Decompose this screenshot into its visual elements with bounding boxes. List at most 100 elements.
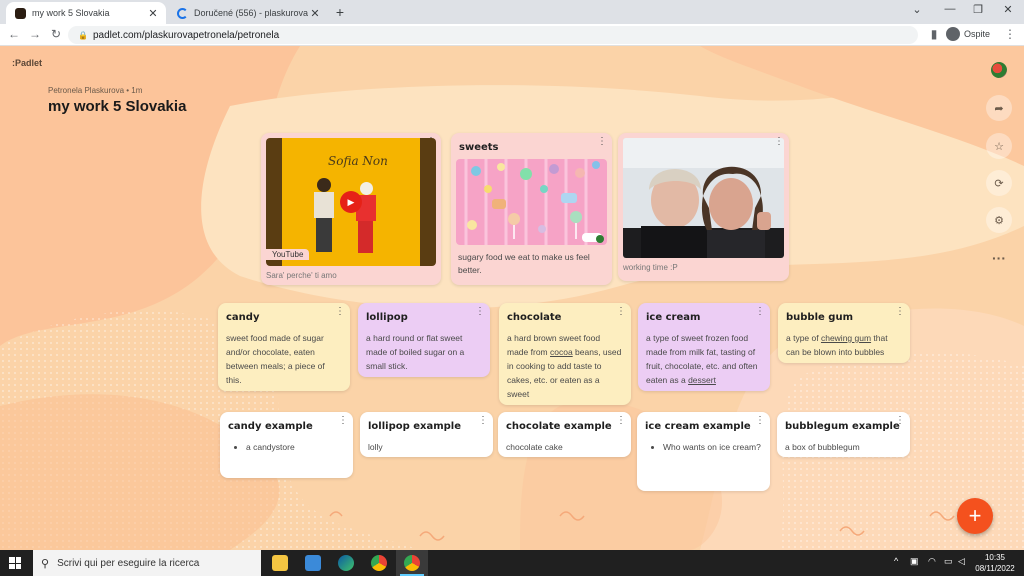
tray-overflow-icon[interactable]: ^ — [894, 556, 898, 566]
padlet-board: :Padlet Petronela Plaskurova • 1m my wor… — [0, 46, 1024, 550]
lock-icon: 🔒 — [78, 30, 88, 40]
url-text: padlet.com/plaskurovapetronela/petronela — [92, 29, 280, 41]
play-icon[interactable]: ▶ — [340, 191, 362, 213]
side-panel-icon[interactable]: ▮ — [926, 27, 942, 41]
post-ice-cream-example[interactable]: ⋮ ice cream example Who wants on ice cre… — [637, 412, 770, 491]
dessert-link[interactable]: dessert — [688, 375, 716, 385]
edge-icon[interactable] — [338, 555, 354, 571]
post-chocolate-example[interactable]: ⋮ chocolate example chocolate cake — [498, 412, 631, 457]
windows-start-icon[interactable] — [9, 557, 21, 569]
close-tab-icon[interactable]: ✕ — [146, 7, 160, 20]
post-menu-icon[interactable]: ⋮ — [774, 137, 784, 147]
tab-title: Doručené (556) - plaskurova.pet… — [194, 8, 308, 18]
post-title: candy — [226, 312, 260, 323]
loading-icon — [177, 7, 188, 19]
post-menu-icon[interactable]: ⋮ — [616, 307, 626, 317]
network-icon[interactable]: ◠ — [928, 556, 936, 567]
post-sweets[interactable]: ⋮ sweets sugary food we eat to make us f… — [451, 133, 612, 285]
browser-tab-mail[interactable]: Doručené (556) - plaskurova.pet… ✕ — [168, 2, 328, 24]
url-field[interactable]: 🔒 padlet.com/plaskurovapetronela/petrone… — [68, 26, 918, 44]
body-text: a type of — [786, 333, 821, 343]
user-avatar[interactable] — [991, 62, 1007, 78]
person-legs — [358, 221, 373, 253]
add-post-button[interactable]: + — [957, 498, 993, 534]
star-icon[interactable]: ☆ — [986, 133, 1012, 159]
reload-icon[interactable]: ↻ — [48, 27, 64, 41]
post-bubblegum-example[interactable]: ⋮ bubblegum example a box of bubblegum — [777, 412, 910, 457]
post-menu-icon[interactable]: ⋮ — [616, 416, 626, 426]
post-menu-icon[interactable]: ⋮ — [755, 307, 765, 317]
volume-icon[interactable]: ◁ — [958, 556, 965, 567]
taskbar-clock[interactable]: 10:35 08/11/2022 — [970, 552, 1020, 574]
post-title: chocolate example — [506, 421, 612, 432]
post-bubble-gum[interactable]: ⋮ bubble gum a type of chewing gum that … — [778, 303, 910, 363]
post-title: bubble gum — [786, 312, 853, 323]
post-menu-icon[interactable]: ⋮ — [335, 307, 345, 317]
minimize-icon[interactable]: — — [940, 3, 960, 15]
guest-avatar-icon — [946, 27, 960, 41]
post-menu-icon[interactable]: ⋮ — [475, 307, 485, 317]
screen-icon[interactable]: ▣ — [910, 556, 919, 567]
person-legs — [316, 218, 332, 252]
post-chocolate[interactable]: ⋮ chocolate a hard brown sweet food made… — [499, 303, 631, 405]
post-menu-icon[interactable]: ⋮ — [338, 416, 348, 426]
post-title: ice cream example — [645, 421, 751, 432]
chewing-gum-link[interactable]: chewing gum — [821, 333, 871, 343]
browser-menu-icon[interactable]: ⋮ — [1002, 27, 1018, 41]
poster-title: Sofia Non — [328, 154, 388, 168]
cocoa-link[interactable]: cocoa — [550, 347, 573, 357]
sweets-image[interactable] — [456, 159, 607, 245]
post-menu-icon[interactable]: ⋮ — [895, 307, 905, 317]
browser-tab-bar: my work 5 Slovakia ✕ Doručené (556) - pl… — [0, 0, 1024, 24]
post-lollipop[interactable]: ⋮ lollipop a hard round or flat sweet ma… — [358, 303, 490, 377]
taskbar-search-input[interactable]: ⚲ Scrivi qui per eseguire la ricerca — [33, 550, 261, 576]
post-candy[interactable]: ⋮ candy sweet food made of sugar and/or … — [218, 303, 350, 391]
new-tab-button[interactable]: + — [333, 4, 347, 20]
close-window-icon[interactable]: ✕ — [998, 3, 1018, 16]
post-ice-cream[interactable]: ⋮ ice cream a type of sweet frozen food … — [638, 303, 770, 391]
close-tab-icon[interactable]: ✕ — [308, 7, 322, 20]
restore-icon[interactable]: ❐ — [968, 3, 988, 16]
post-youtube[interactable]: ⋮ Sofia Non ▶ YouTube Sara' perche' ti a… — [261, 133, 441, 285]
tab-title: my work 5 Slovakia — [32, 8, 110, 18]
more-options-icon[interactable]: ··· — [986, 245, 1012, 271]
post-list: Who wants on ice cream? — [645, 440, 762, 454]
padlet-favicon-icon — [15, 7, 26, 19]
mail-icon[interactable] — [305, 555, 321, 571]
settings-gear-icon[interactable]: ⚙ — [986, 207, 1012, 233]
browser-tab-active[interactable]: my work 5 Slovakia ✕ — [6, 2, 166, 24]
post-menu-icon[interactable]: ⋮ — [755, 416, 765, 426]
padlet-logo[interactable]: :Padlet — [12, 58, 42, 68]
search-placeholder: Scrivi qui per eseguire la ricerca — [57, 557, 200, 569]
post-photo[interactable]: ⋮ working time :P — [618, 133, 789, 281]
battery-icon[interactable]: ▭ — [944, 556, 953, 567]
post-menu-icon[interactable]: ⋮ — [895, 416, 905, 426]
post-caption: working time :P — [623, 263, 678, 272]
share-icon[interactable]: ➦ — [986, 95, 1012, 121]
clock-date: 08/11/2022 — [975, 564, 1015, 573]
profile-button[interactable]: Ospite — [946, 27, 990, 41]
back-icon[interactable]: ← — [6, 27, 22, 41]
post-title: bubblegum example — [785, 421, 900, 432]
forward-icon[interactable]: → — [27, 27, 43, 41]
chrome-icon[interactable] — [404, 555, 420, 571]
remake-icon[interactable]: ⟳ — [986, 170, 1012, 196]
list-item: Who wants on ice cream? — [663, 440, 762, 454]
board-title: my work 5 Slovakia — [48, 98, 187, 115]
youtube-badge: YouTube — [266, 249, 310, 260]
post-candy-example[interactable]: ⋮ candy example a candystore — [220, 412, 353, 478]
person-body — [314, 192, 334, 218]
selfie-photo[interactable] — [623, 138, 784, 258]
file-explorer-icon[interactable] — [272, 555, 288, 571]
post-body: lolly — [368, 442, 383, 452]
tab-search-icon[interactable]: ⌄ — [907, 3, 927, 16]
chrome-icon[interactable] — [371, 555, 387, 571]
person-head — [317, 178, 331, 192]
youtube-thumbnail[interactable]: Sofia Non ▶ — [266, 138, 436, 266]
post-menu-icon[interactable]: ⋮ — [597, 137, 607, 147]
board-author: Petronela Plaskurova • 1m — [48, 86, 143, 95]
post-menu-icon[interactable]: ⋮ — [478, 416, 488, 426]
post-lollipop-example[interactable]: ⋮ lollipop example lolly — [360, 412, 493, 457]
address-bar: ← → ↻ 🔒 padlet.com/plaskurovapetronela/p… — [0, 24, 1024, 46]
post-title: chocolate — [507, 312, 562, 323]
